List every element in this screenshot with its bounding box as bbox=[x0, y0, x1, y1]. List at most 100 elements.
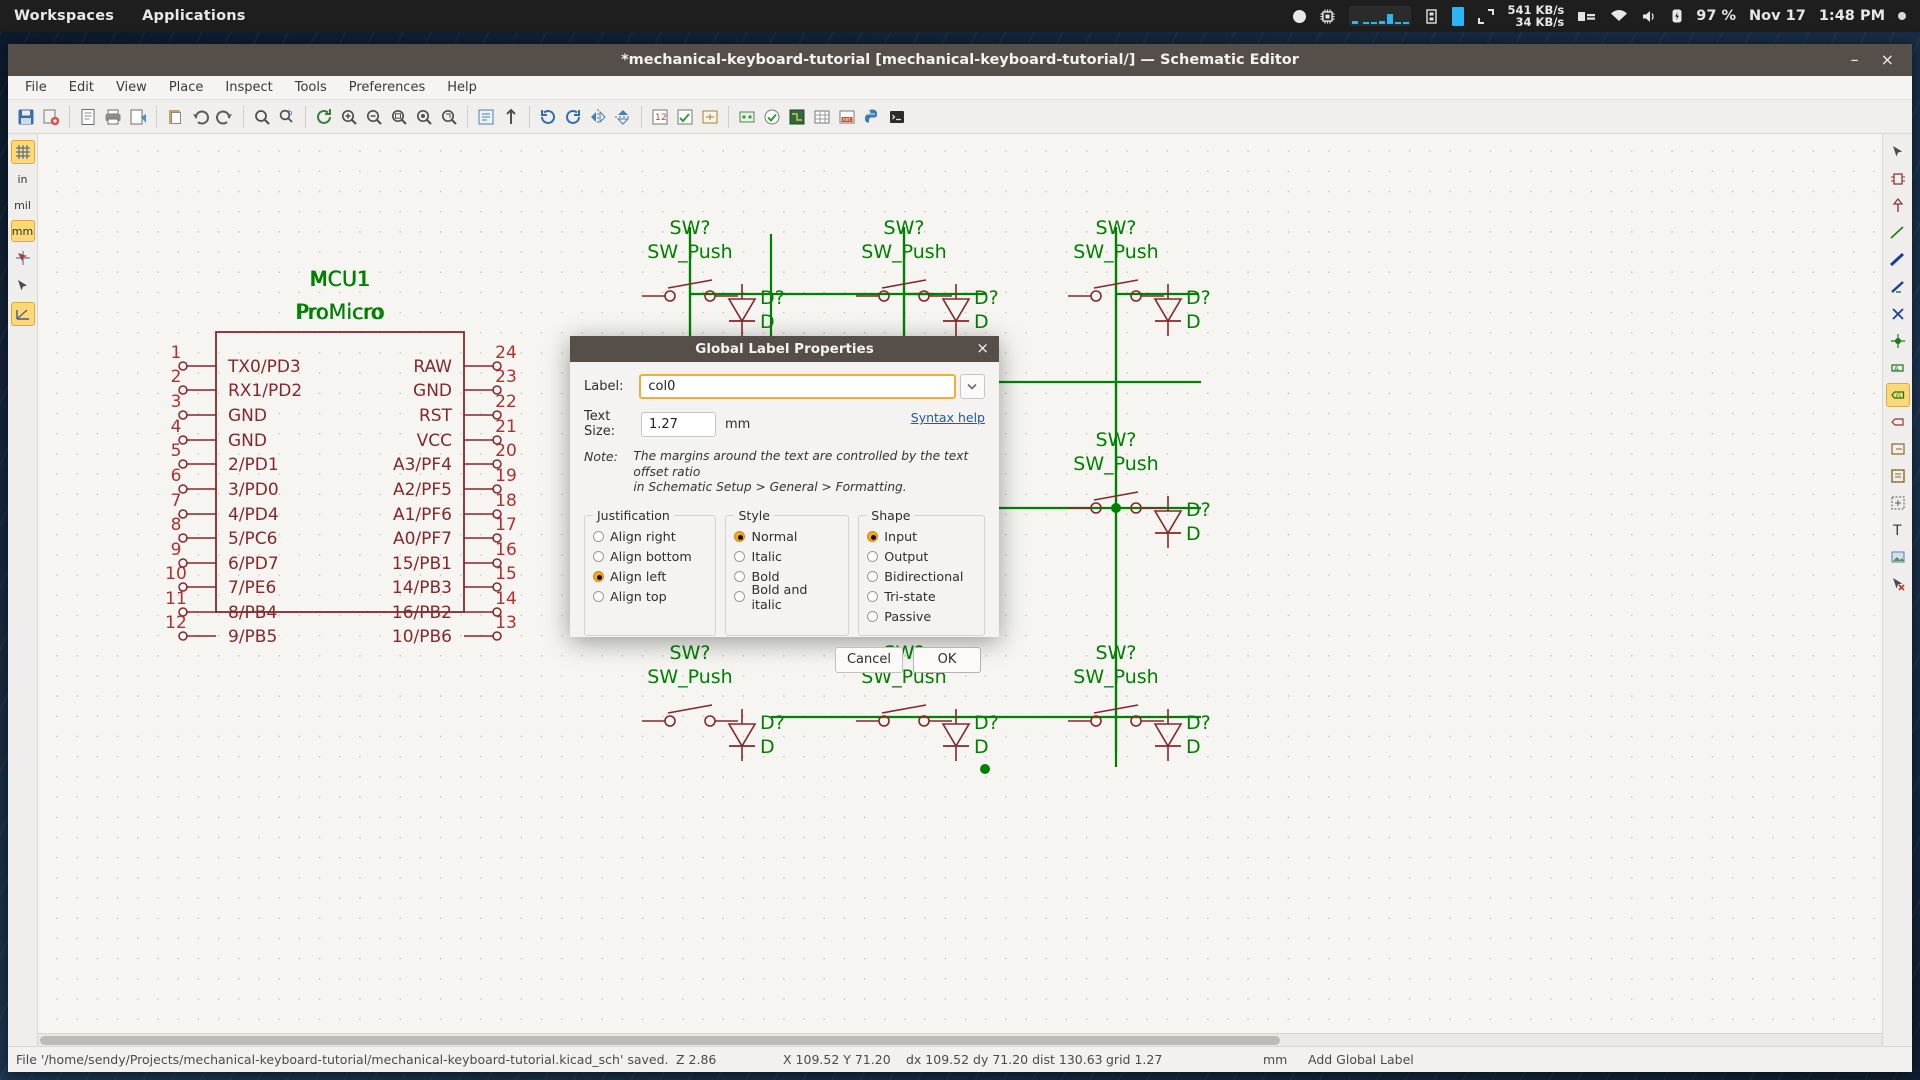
record-dot-icon[interactable] bbox=[1292, 9, 1306, 23]
unit-mm-button[interactable]: mm bbox=[10, 220, 35, 242]
battery-icon[interactable] bbox=[1671, 8, 1683, 24]
os-menu-workspaces[interactable]: Workspaces bbox=[14, 8, 114, 24]
menu-place[interactable]: Place bbox=[158, 77, 215, 98]
pointer-icon[interactable] bbox=[11, 274, 35, 298]
zoom-in-icon[interactable] bbox=[337, 105, 361, 129]
mirror-h-icon[interactable] bbox=[586, 105, 610, 129]
rotate-ccw-icon[interactable] bbox=[536, 105, 560, 129]
menu-help[interactable]: Help bbox=[436, 77, 488, 98]
zoom-fit-icon[interactable] bbox=[387, 105, 411, 129]
memory-icon[interactable] bbox=[1424, 8, 1439, 25]
minimize-button[interactable]: – bbox=[1851, 52, 1859, 68]
dialog-close-icon[interactable]: × bbox=[976, 340, 989, 356]
find-icon[interactable] bbox=[250, 105, 274, 129]
shape-group: Shape Input Output Bidirectional Tri-sta… bbox=[858, 507, 985, 636]
netlist-icon[interactable]: net bbox=[835, 105, 859, 129]
scrollbar-thumb[interactable] bbox=[40, 1036, 1280, 1045]
leave-sheet-icon[interactable] bbox=[499, 105, 523, 129]
bom-icon[interactable] bbox=[810, 105, 834, 129]
radio-style-italic[interactable]: Italic bbox=[734, 547, 840, 567]
wire-to-bus-icon[interactable] bbox=[1886, 275, 1910, 299]
page-settings-icon[interactable] bbox=[76, 105, 100, 129]
radio-align-left[interactable]: Align left bbox=[593, 567, 707, 587]
close-button[interactable]: × bbox=[1881, 52, 1894, 68]
angle-constraint-icon[interactable] bbox=[10, 302, 35, 326]
find-replace-icon[interactable]: b bbox=[275, 105, 299, 129]
resize-icon[interactable] bbox=[1477, 8, 1495, 25]
radio-style-bold-italic[interactable]: Bold and italic bbox=[734, 582, 840, 612]
symbol-editor-icon[interactable] bbox=[698, 105, 722, 129]
pcb-editor-icon[interactable] bbox=[785, 105, 809, 129]
net-label-icon[interactable]: A bbox=[1886, 356, 1910, 380]
radio-style-normal[interactable]: Normal bbox=[734, 527, 840, 547]
hier-label-icon[interactable] bbox=[1886, 410, 1910, 434]
hierarchy-icon[interactable] bbox=[474, 105, 498, 129]
junction-icon[interactable] bbox=[1886, 329, 1910, 353]
zoom-objects-icon[interactable] bbox=[412, 105, 436, 129]
chevron-down-icon[interactable] bbox=[959, 374, 985, 399]
wifi-icon[interactable] bbox=[1610, 9, 1628, 23]
label-input[interactable]: col0 bbox=[639, 374, 956, 399]
power-place-icon[interactable] bbox=[1886, 194, 1910, 218]
menu-edit[interactable]: Edit bbox=[58, 77, 105, 98]
radio-shape-tristate[interactable]: Tri-state bbox=[867, 587, 976, 607]
keyboard-icon[interactable] bbox=[1577, 10, 1597, 23]
wire-icon[interactable] bbox=[1886, 221, 1910, 245]
unit-mil-button[interactable]: mil bbox=[11, 194, 35, 216]
symbol-place-icon[interactable] bbox=[1886, 167, 1910, 191]
notification-dot-icon[interactable] bbox=[1898, 12, 1906, 20]
radio-shape-passive[interactable]: Passive bbox=[867, 607, 976, 627]
refresh-icon[interactable] bbox=[312, 105, 336, 129]
annotate-icon[interactable]: 12 bbox=[648, 105, 672, 129]
save-icon[interactable] bbox=[14, 105, 38, 129]
cursor-crosshair-icon[interactable] bbox=[11, 246, 35, 270]
paste-icon[interactable] bbox=[163, 105, 187, 129]
text-icon[interactable]: T bbox=[1886, 518, 1910, 542]
erc-icon[interactable] bbox=[673, 105, 697, 129]
global-label-icon[interactable]: G bbox=[1885, 383, 1910, 407]
os-top-panel: Workspaces Applications 541 KB/s 34 KB/s bbox=[0, 0, 1920, 32]
unit-in-button[interactable]: in bbox=[11, 168, 35, 190]
horizontal-scrollbar[interactable] bbox=[38, 1033, 1882, 1046]
undo-icon[interactable] bbox=[188, 105, 212, 129]
zoom-area-icon[interactable] bbox=[437, 105, 461, 129]
ok-button[interactable]: OK bbox=[913, 646, 981, 673]
no-connect-icon[interactable] bbox=[1886, 302, 1910, 326]
volume-icon[interactable] bbox=[1641, 9, 1658, 24]
run-drc-icon[interactable] bbox=[760, 105, 784, 129]
rotate-cw-icon[interactable] bbox=[561, 105, 585, 129]
cpu-icon[interactable] bbox=[1319, 8, 1336, 25]
redo-icon[interactable] bbox=[213, 105, 237, 129]
image-icon[interactable] bbox=[1886, 545, 1910, 569]
menu-view[interactable]: View bbox=[105, 77, 158, 98]
plot-icon[interactable] bbox=[126, 105, 150, 129]
os-menu-applications[interactable]: Applications bbox=[142, 8, 246, 24]
sheet-pin-icon[interactable] bbox=[1886, 437, 1910, 461]
cancel-button[interactable]: Cancel bbox=[835, 646, 903, 673]
text-size-input[interactable]: 1.27 bbox=[641, 411, 716, 437]
schematic-setup-icon[interactable] bbox=[39, 105, 63, 129]
radio-shape-bidirectional[interactable]: Bidirectional bbox=[867, 567, 976, 587]
python-icon[interactable] bbox=[860, 105, 884, 129]
sheet-import-icon[interactable] bbox=[1886, 491, 1910, 515]
radio-align-top[interactable]: Align top bbox=[593, 587, 707, 607]
menu-preferences[interactable]: Preferences bbox=[338, 77, 436, 98]
radio-align-right[interactable]: Align right bbox=[593, 527, 707, 547]
grid-icon[interactable] bbox=[10, 140, 35, 164]
syntax-help-link[interactable]: Syntax help bbox=[911, 410, 985, 425]
mirror-v-icon[interactable] bbox=[611, 105, 635, 129]
print-icon[interactable] bbox=[101, 105, 125, 129]
radio-shape-output[interactable]: Output bbox=[867, 547, 976, 567]
delete-icon[interactable] bbox=[1886, 572, 1910, 596]
bus-icon[interactable] bbox=[1886, 248, 1910, 272]
hier-sheet-icon[interactable] bbox=[1886, 464, 1910, 488]
footprint-assign-icon[interactable] bbox=[735, 105, 759, 129]
menu-tools[interactable]: Tools bbox=[284, 77, 338, 98]
radio-align-bottom[interactable]: Align bottom bbox=[593, 547, 707, 567]
menu-file[interactable]: File bbox=[14, 77, 58, 98]
zoom-out-icon[interactable] bbox=[362, 105, 386, 129]
script-icon[interactable] bbox=[885, 105, 909, 129]
menu-inspect[interactable]: Inspect bbox=[214, 77, 283, 98]
arrow-select-icon[interactable] bbox=[1886, 140, 1910, 164]
radio-shape-input[interactable]: Input bbox=[867, 527, 976, 547]
